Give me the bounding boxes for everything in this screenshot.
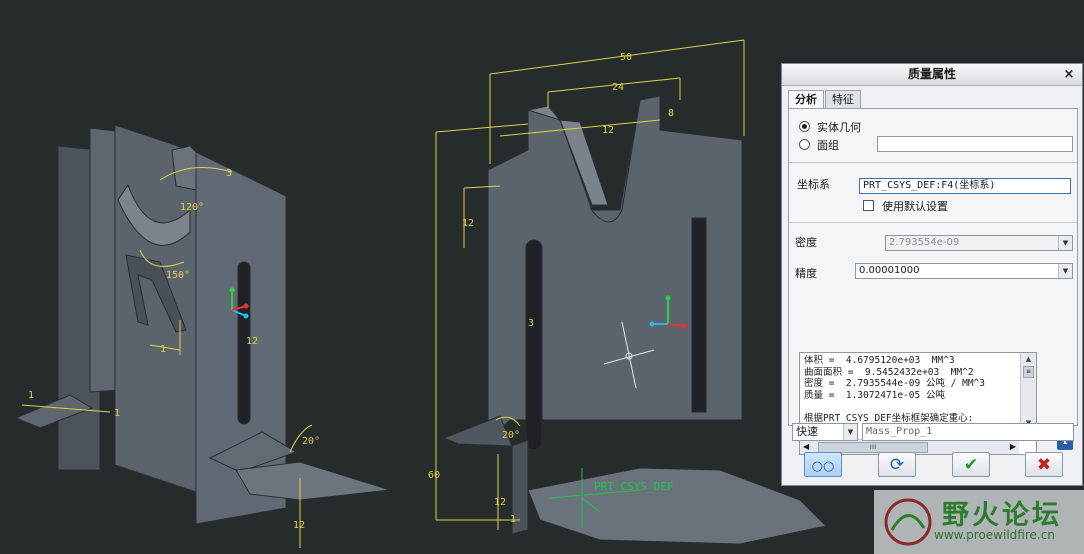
dim-label-12-top: 12 — [602, 125, 614, 136]
analysis-name-field[interactable]: Mass_Prop_1 — [862, 423, 1074, 441]
right-part-model — [442, 95, 828, 545]
coordsys-collector[interactable]: PRT_CSYS_DEF:F4(坐标系) — [859, 178, 1071, 194]
accuracy-value: 0.00001000 — [859, 265, 920, 276]
dim-label-3-left: 3 — [226, 168, 232, 179]
density-value: 2.793554e-09 — [889, 237, 960, 248]
forum-watermark: 野火论坛 www.proewildfire.cn — [874, 490, 1084, 554]
forum-logo-icon — [884, 498, 932, 546]
solid-geometry-label: 实体几何 — [817, 121, 861, 134]
dialog-titlebar[interactable]: 质量属性 × — [782, 64, 1082, 86]
dim-label-3-right: 3 — [528, 318, 534, 329]
coordsys-label: 坐标系 — [797, 178, 830, 191]
solid-geometry-radio[interactable] — [799, 121, 810, 132]
dim-label-8: 8 — [668, 108, 674, 119]
ok-check-icon: ✔ — [963, 455, 979, 475]
left-part-model — [14, 124, 391, 525]
preview-glasses-icon: ○○ — [811, 459, 835, 474]
tab-feature[interactable]: 特征 — [825, 90, 861, 109]
dim-label-20-right: 20° — [502, 430, 520, 441]
dim-label-12-left: 12 — [293, 520, 305, 531]
forum-url: www.proewildfire.cn — [934, 528, 1055, 542]
mode-dropdown[interactable]: 快速 ▼ — [792, 423, 858, 441]
preview-button[interactable]: ○○ — [804, 452, 842, 477]
tab-analysis[interactable]: 分析 — [788, 90, 824, 110]
quilt-label: 面组 — [817, 139, 839, 152]
cancel-button[interactable]: ✖ — [1025, 452, 1063, 477]
quilt-radio[interactable] — [799, 139, 810, 150]
recompute-icon: ⟳ — [889, 455, 905, 475]
mode-dropdown-icon[interactable]: ▼ — [843, 424, 857, 440]
accuracy-label: 精度 — [795, 267, 817, 280]
dim-label-60: 60 — [428, 470, 440, 481]
cancel-x-icon: ✖ — [1036, 455, 1052, 475]
dim-label-1-right: 1 — [510, 514, 516, 525]
vertical-scroll-thumb[interactable]: ≡ — [1023, 366, 1034, 378]
accuracy-field[interactable]: 0.00001000 ▼ — [855, 263, 1073, 279]
recompute-button[interactable]: ⟳ — [878, 452, 916, 477]
dim-label-150: 150° — [166, 270, 190, 281]
ok-button[interactable]: ✔ — [952, 452, 990, 477]
mode-value: 快速 — [796, 425, 818, 438]
dim-label-12-bottom: 12 — [494, 497, 506, 508]
scroll-up-icon[interactable]: ▲ — [1021, 353, 1036, 365]
dim-label-12-right: 12 — [246, 336, 258, 347]
dialog-tabs: 分析 特征 — [788, 90, 862, 110]
mass-properties-dialog: 质量属性 × 分析 特征 实体几何 面组 坐标系 PRT_CSYS_DEF:F4… — [781, 63, 1083, 486]
dim-label-1-c: 1 — [160, 344, 166, 355]
close-icon[interactable]: × — [1062, 64, 1076, 85]
dim-label-12-side: 12 — [462, 218, 474, 229]
dim-label-24: 24 — [612, 82, 624, 93]
density-dropdown-icon: ▼ — [1058, 236, 1072, 250]
use-default-checkbox[interactable] — [863, 200, 874, 211]
dim-label-1-a: 1 — [28, 390, 34, 401]
forum-title: 野火论坛 — [942, 500, 1062, 531]
csys-label: PRT_CSYS_DEF — [594, 480, 673, 493]
density-field: 2.793554e-09 ▼ — [885, 235, 1073, 251]
dim-label-120: 120° — [180, 202, 204, 213]
quilt-collector[interactable] — [877, 136, 1073, 152]
density-label: 密度 — [795, 236, 817, 249]
dim-label-50: 50 — [620, 52, 632, 63]
dialog-title: 质量属性 — [907, 67, 956, 81]
dim-label-1-b: 1 — [114, 408, 120, 419]
dim-label-20-left: 20° — [302, 436, 320, 447]
scroll-right-icon[interactable]: ▶ — [1010, 440, 1016, 454]
analysis-panel: 实体几何 面组 坐标系 PRT_CSYS_DEF:F4(坐标系) 使用默认设置 … — [788, 108, 1078, 455]
accuracy-dropdown-icon[interactable]: ▼ — [1058, 264, 1072, 278]
use-default-label: 使用默认设置 — [882, 200, 948, 213]
